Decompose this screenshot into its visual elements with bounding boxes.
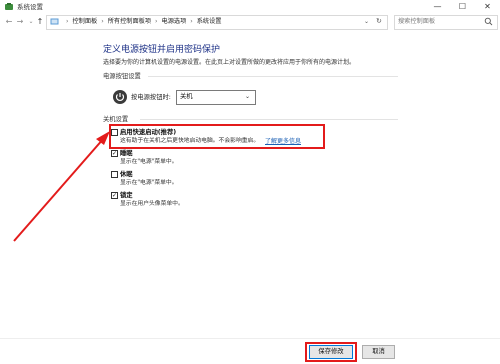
sleep-label: 睡眠	[120, 150, 133, 157]
refresh-button[interactable]: ↻	[376, 15, 382, 28]
sleep-checkbox[interactable]: ✓	[111, 150, 118, 157]
hibernate-desc: 显示在"电源"菜单中。	[120, 180, 178, 186]
footer-divider	[0, 338, 500, 339]
control-panel-icon	[50, 18, 59, 25]
lock-label: 锁定	[120, 192, 133, 199]
divider	[148, 76, 398, 77]
crumb-separator: ›	[66, 18, 69, 25]
annotation-arrow	[13, 131, 110, 242]
hibernate-checkbox[interactable]	[111, 171, 118, 178]
maximize-button[interactable]: ☐	[450, 0, 475, 14]
search-placeholder: 搜索控制面板	[398, 18, 436, 25]
minimize-button[interactable]: —	[425, 0, 450, 14]
power-options-icon	[5, 3, 13, 10]
hibernate-label: 休眠	[120, 171, 133, 178]
power-button-select-value: 关机	[180, 93, 193, 100]
cancel-button[interactable]: 取消	[362, 345, 395, 359]
power-icon	[113, 90, 127, 104]
save-changes-button[interactable]: 保存修改	[309, 345, 353, 359]
breadcrumb-all-items[interactable]: 所有控制面板项	[108, 18, 151, 25]
power-button-section-title: 电源按钮设置	[103, 73, 141, 80]
shutdown-section-title: 关机设置	[103, 116, 129, 123]
breadcrumb-system-settings[interactable]: 系统设置	[197, 18, 222, 25]
sleep-desc: 显示在"电源"菜单中。	[120, 159, 178, 165]
power-button-label: 按电源按钮时:	[131, 94, 171, 101]
page-description: 选择要为你的计算机设置的电源设置。在此页上对设置所做的更改将应用于你所有的电源计…	[103, 59, 356, 66]
chevron-down-icon: ⌄	[245, 93, 251, 100]
breadcrumb-control-panel[interactable]: 控制面板	[72, 18, 97, 25]
crumb-separator: ›	[190, 18, 193, 25]
address-dropdown-button[interactable]: ⌄	[364, 15, 369, 28]
breadcrumb-power-options[interactable]: 电源选项	[162, 18, 187, 25]
page-title: 定义电源按钮并启用密码保护	[103, 45, 221, 55]
lock-desc: 显示在用户头像菜单中。	[120, 201, 184, 207]
search-icon	[484, 17, 493, 26]
crumb-separator: ›	[155, 18, 158, 25]
window-title: 系统设置	[17, 3, 43, 11]
divider	[140, 119, 398, 120]
lock-checkbox[interactable]: ✓	[111, 192, 118, 199]
annotation-highlight-box	[109, 124, 325, 149]
crumb-separator: ›	[101, 18, 104, 25]
close-button[interactable]: ✕	[475, 0, 500, 14]
up-button[interactable]: ↑	[34, 15, 46, 29]
breadcrumb: › 控制面板 › 所有控制面板项 › 电源选项 › 系统设置	[62, 15, 222, 28]
